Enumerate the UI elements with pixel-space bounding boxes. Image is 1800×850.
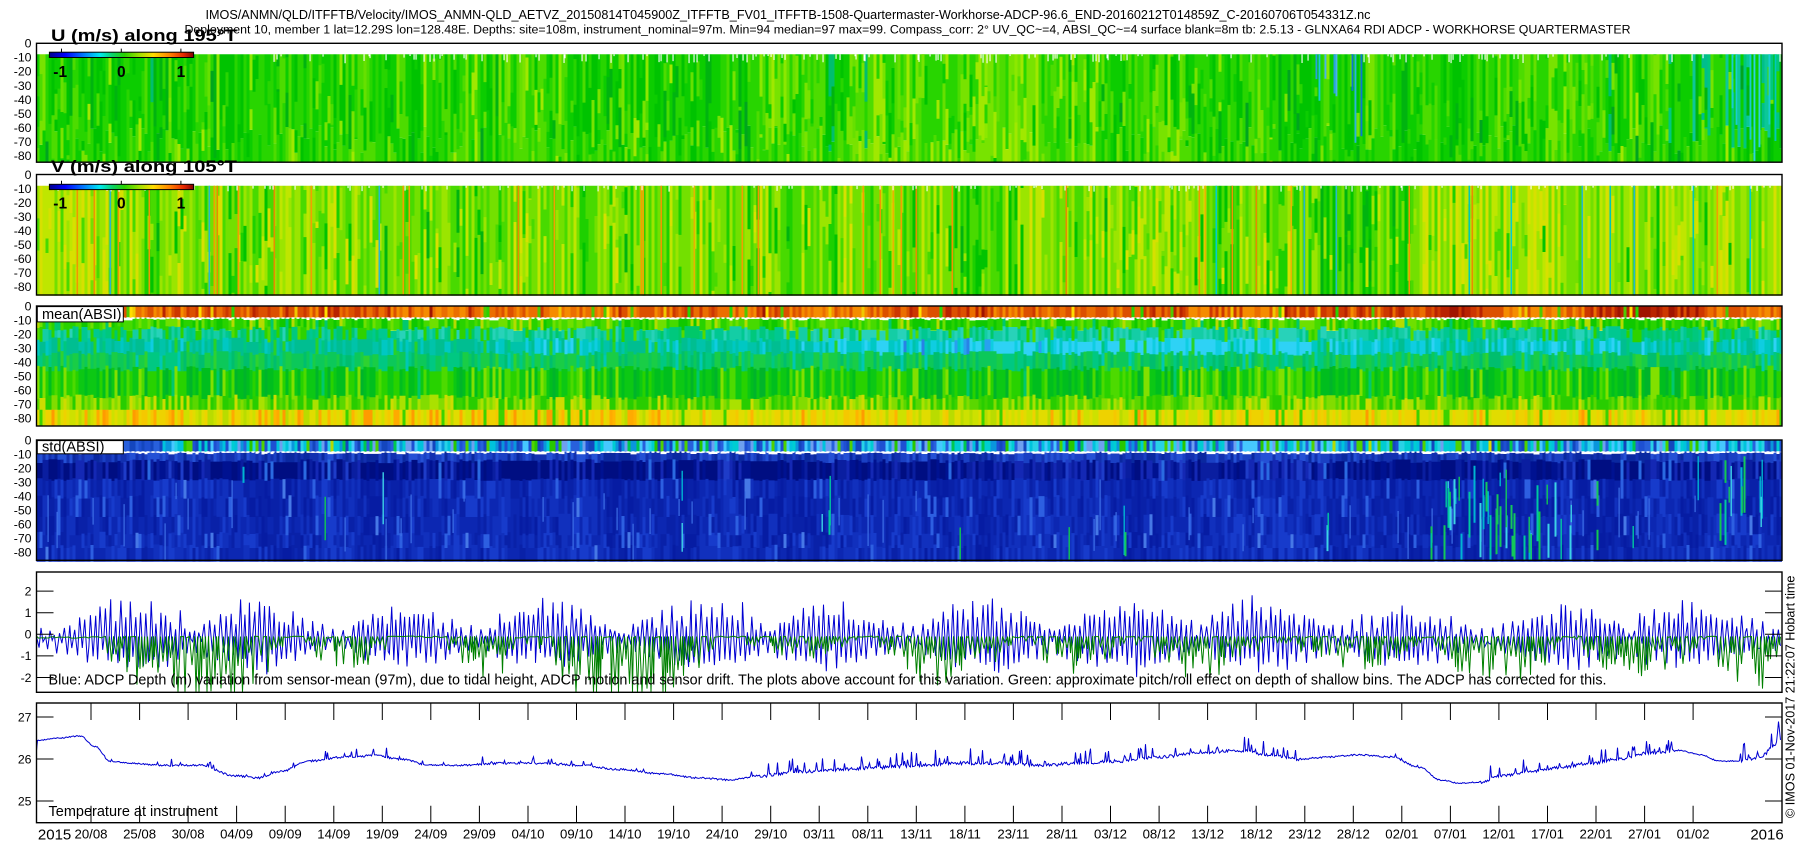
svg-text:1: 1 <box>25 606 32 620</box>
svg-text:0: 0 <box>117 64 126 81</box>
svg-text:20/08: 20/08 <box>74 826 107 841</box>
svg-text:Deployment 10, member 1 lat=12: Deployment 10, member 1 lat=12.29S lon=1… <box>185 23 1631 37</box>
svg-text:-60: -60 <box>14 252 32 266</box>
svg-text:-10: -10 <box>14 313 32 327</box>
svg-text:-50: -50 <box>14 238 32 252</box>
svg-text:25: 25 <box>18 794 32 808</box>
svg-text:-30: -30 <box>14 341 32 355</box>
svg-text:03/12: 03/12 <box>1094 826 1127 841</box>
svg-text:-1: -1 <box>53 196 67 213</box>
svg-text:08/11: 08/11 <box>852 826 884 841</box>
svg-text:23/12: 23/12 <box>1288 826 1321 841</box>
svg-text:0: 0 <box>25 37 32 51</box>
svg-text:30/08: 30/08 <box>172 826 205 841</box>
svg-text:14/10: 14/10 <box>608 826 641 841</box>
svg-text:19/10: 19/10 <box>657 826 690 841</box>
svg-text:std(ABSI): std(ABSI) <box>42 440 104 456</box>
svg-text:-2: -2 <box>21 671 32 685</box>
svg-text:-80: -80 <box>14 546 32 560</box>
svg-text:0: 0 <box>25 628 32 642</box>
svg-text:-50: -50 <box>14 504 32 518</box>
svg-text:Temperature at instrument: Temperature at instrument <box>49 804 218 820</box>
svg-text:1: 1 <box>177 64 186 81</box>
svg-text:Blue: ADCP Depth (m) variation: Blue: ADCP Depth (m) variation from sens… <box>49 673 1607 689</box>
svg-text:V (m/s) along 105°T: V (m/s) along 105°T <box>51 157 238 176</box>
svg-text:-70: -70 <box>14 532 32 546</box>
svg-text:22/01: 22/01 <box>1579 826 1612 841</box>
svg-text:-70: -70 <box>14 398 32 412</box>
svg-text:-1: -1 <box>21 649 32 663</box>
svg-text:-40: -40 <box>14 356 32 370</box>
svg-text:0: 0 <box>25 168 32 182</box>
svg-text:-70: -70 <box>14 135 32 149</box>
svg-text:© IMOS 01-Nov-2017 21:22:07 Ho: © IMOS 01-Nov-2017 21:22:07 Hobart time <box>1784 576 1798 818</box>
svg-text:24/09: 24/09 <box>414 826 447 841</box>
svg-text:-1: -1 <box>53 64 67 81</box>
svg-text:-10: -10 <box>14 51 32 65</box>
svg-text:24/10: 24/10 <box>706 826 739 841</box>
svg-text:-80: -80 <box>14 412 32 426</box>
svg-text:0: 0 <box>25 299 32 313</box>
svg-text:01/02: 01/02 <box>1677 826 1710 841</box>
svg-text:04/09: 04/09 <box>220 826 253 841</box>
svg-text:25/08: 25/08 <box>123 826 156 841</box>
svg-text:-30: -30 <box>14 79 32 93</box>
svg-text:2016: 2016 <box>1750 827 1783 844</box>
svg-text:13/11: 13/11 <box>900 826 932 841</box>
svg-text:-40: -40 <box>14 490 32 504</box>
svg-text:-60: -60 <box>14 384 32 398</box>
svg-text:-60: -60 <box>14 518 32 532</box>
svg-text:13/12: 13/12 <box>1191 826 1224 841</box>
svg-text:-70: -70 <box>14 266 32 280</box>
svg-text:-10: -10 <box>14 447 32 461</box>
svg-text:29/09: 29/09 <box>463 826 496 841</box>
svg-text:-20: -20 <box>14 196 32 210</box>
svg-text:07/01: 07/01 <box>1434 826 1467 841</box>
svg-text:12/01: 12/01 <box>1482 826 1515 841</box>
svg-text:17/01: 17/01 <box>1531 826 1564 841</box>
svg-text:-30: -30 <box>14 475 32 489</box>
svg-text:mean(ABSI): mean(ABSI) <box>42 307 121 323</box>
svg-text:27/01: 27/01 <box>1628 826 1661 841</box>
svg-text:-50: -50 <box>14 107 32 121</box>
svg-text:0: 0 <box>117 196 126 213</box>
svg-text:0: 0 <box>25 433 32 447</box>
svg-text:-20: -20 <box>14 461 32 475</box>
svg-text:19/09: 19/09 <box>366 826 399 841</box>
svg-text:U (m/s) along 195°T: U (m/s) along 195°T <box>51 26 238 45</box>
svg-text:29/10: 29/10 <box>754 826 787 841</box>
svg-text:28/12: 28/12 <box>1337 826 1370 841</box>
svg-text:26: 26 <box>18 752 32 766</box>
svg-text:28/11: 28/11 <box>1046 826 1078 841</box>
svg-text:09/10: 09/10 <box>560 826 593 841</box>
svg-text:-50: -50 <box>14 370 32 384</box>
svg-text:1: 1 <box>177 196 186 213</box>
svg-text:18/11: 18/11 <box>949 826 981 841</box>
svg-text:08/12: 08/12 <box>1143 826 1176 841</box>
svg-text:14/09: 14/09 <box>317 826 350 841</box>
svg-text:-60: -60 <box>14 121 32 135</box>
svg-text:18/12: 18/12 <box>1240 826 1273 841</box>
svg-text:27: 27 <box>18 710 32 724</box>
svg-text:2015: 2015 <box>38 827 71 844</box>
svg-text:2: 2 <box>25 584 32 598</box>
svg-text:04/10: 04/10 <box>511 826 544 841</box>
svg-text:-10: -10 <box>14 182 32 196</box>
svg-text:-40: -40 <box>14 93 32 107</box>
svg-text:09/09: 09/09 <box>269 826 302 841</box>
svg-text:03/11: 03/11 <box>803 826 835 841</box>
svg-text:-40: -40 <box>14 224 32 238</box>
svg-text:-20: -20 <box>14 327 32 341</box>
svg-text:02/01: 02/01 <box>1385 826 1418 841</box>
svg-text:IMOS/ANMN/QLD/ITFFTB/Velocity/: IMOS/ANMN/QLD/ITFFTB/Velocity/IMOS_ANMN-… <box>206 8 1371 22</box>
svg-text:23/11: 23/11 <box>997 826 1029 841</box>
svg-text:-80: -80 <box>14 149 32 163</box>
svg-text:-20: -20 <box>14 65 32 79</box>
svg-text:-30: -30 <box>14 210 32 224</box>
svg-text:-80: -80 <box>14 280 32 294</box>
